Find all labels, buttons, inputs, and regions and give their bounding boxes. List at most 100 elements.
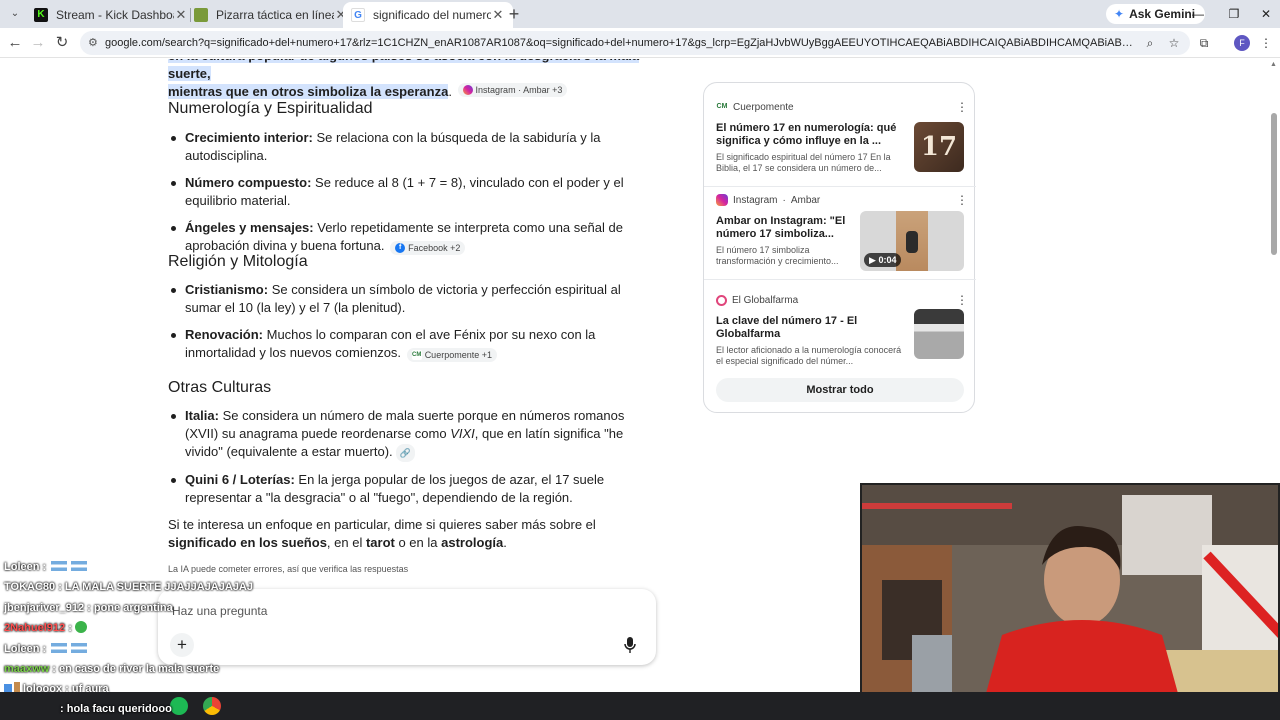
source-desc: El lector aficionado a la numerología co… — [716, 345, 902, 366]
list-item: Crecimiento interior: Se relaciona con l… — [168, 129, 648, 165]
tab-google-search[interactable]: G significado del numero 17 - Bu ✕ — [343, 2, 513, 28]
source-header: CM Cuerpomente ⋮ — [716, 100, 968, 114]
spotify-icon[interactable] — [170, 697, 188, 715]
term: Italia: — [185, 408, 219, 423]
zoom-icon[interactable]: ⌕ — [1142, 35, 1158, 51]
tab-search-chevron-icon[interactable]: ⌄ — [6, 6, 24, 22]
more-options-icon[interactable]: ⋮ — [956, 100, 968, 114]
reload-icon[interactable]: ↻ — [52, 33, 72, 53]
closing-bold: significado en los sueños — [168, 535, 327, 550]
scrollbar-thumb[interactable] — [1271, 113, 1277, 255]
term: Renovación: — [185, 327, 264, 342]
bullet-list: Crecimiento interior: Se relaciona con l… — [168, 129, 648, 264]
bookmark-star-icon[interactable]: ☆ — [1166, 35, 1182, 51]
chat-message: jbenjariver_912 : pone argentina — [4, 601, 173, 615]
section-heading: Otras Culturas — [168, 379, 272, 396]
chat-user: maaxww — [4, 663, 50, 675]
chat-message: maaxww : en caso de river la mala suerte — [4, 662, 219, 676]
chip-label: Cuerpomente +1 — [424, 350, 492, 360]
google-icon: G — [351, 8, 365, 22]
divider — [704, 186, 976, 187]
restore-icon[interactable]: ❐ — [1224, 5, 1244, 23]
cuerpomente-icon: CM — [411, 350, 422, 360]
close-window-icon[interactable]: ✕ — [1256, 5, 1276, 23]
site-info-icon[interactable]: ⚙ — [88, 35, 102, 51]
source-site: El Globalfarma — [732, 294, 799, 306]
avatar[interactable]: F — [1234, 35, 1250, 51]
more-options-icon[interactable]: ⋮ — [956, 193, 968, 207]
source-card[interactable]: Instagram · Ambar ⋮ Ambar on Instagram: … — [716, 193, 968, 273]
source-desc: El significado espiritual del número 17 … — [716, 152, 891, 173]
chrome-icon[interactable] — [203, 697, 221, 715]
scroll-up-arrow-icon[interactable]: ▲ — [1270, 61, 1277, 68]
intro-highlight-2: mientras que en otros simboliza la esper… — [168, 84, 449, 99]
video-thumbnail[interactable]: ▶ 0:04 — [860, 211, 964, 271]
section-heading: Religión y Mitología — [168, 253, 308, 270]
list-item: Cristianismo: Se considera un símbolo de… — [168, 281, 648, 317]
back-arrow-icon[interactable]: ← — [5, 33, 25, 53]
more-options-icon[interactable]: ⋮ — [956, 293, 968, 307]
intro-highlight-1: en la cultura popular de algunos países … — [168, 59, 640, 81]
url-text: google.com/search?q=significado+del+nume… — [105, 37, 1135, 49]
argentina-flag-icon — [51, 561, 68, 571]
source-chip[interactable]: Instagram · Ambar +3 — [457, 83, 568, 97]
chat-text: : hola facu queridooo — [60, 703, 172, 715]
new-tab-button[interactable]: + — [504, 4, 524, 24]
address-bar[interactable]: ⚙ google.com/search?q=significado+del+nu… — [80, 31, 1190, 55]
ai-intro: en la cultura popular de algunos países … — [168, 59, 648, 101]
extensions-icon[interactable]: ⧉ — [1196, 35, 1212, 51]
show-all-button[interactable]: Mostrar todo — [716, 378, 964, 402]
chat-text: : — [39, 643, 50, 655]
closing-bold: astrología — [441, 535, 504, 550]
italic-word: VIXI — [450, 426, 475, 441]
badge-icon — [14, 682, 20, 692]
source-card[interactable]: CM Cuerpomente ⋮ El número 17 en numerol… — [716, 100, 968, 180]
menu-kebab-icon[interactable]: ⋮ — [1258, 35, 1274, 51]
tab-title: significado del numero 17 - Bu — [373, 8, 491, 22]
bullet-list: Italia: Se considera un número de mala s… — [168, 407, 648, 516]
tab-tactics-board[interactable]: Pizarra táctica en línea – Fútbol ✕ — [186, 2, 356, 28]
chip-label: Instagram · Ambar +3 — [475, 85, 563, 95]
chat-text: : — [39, 561, 50, 573]
chat-text: : pone argentina — [84, 602, 173, 614]
globalfarma-icon — [716, 294, 727, 306]
list-item: Ángeles y mensajes: Verlo repetidamente … — [168, 219, 648, 255]
closing-bold: tarot — [365, 535, 395, 550]
closing-text: o en la — [394, 535, 442, 550]
microphone-icon[interactable] — [624, 637, 636, 653]
facebook-icon: f — [395, 243, 406, 253]
chat-text: : — [65, 622, 75, 634]
link-icon[interactable]: 🔗 — [395, 444, 415, 462]
source-card[interactable]: El Globalfarma ⋮ La clave del número 17 … — [716, 293, 968, 375]
close-tab-icon[interactable]: ✕ — [491, 7, 505, 23]
list-item: Renovación: Muchos lo comparan con el av… — [168, 326, 648, 362]
source-title: La clave del número 17 - El Globalfarma — [716, 315, 858, 340]
cuerpomente-icon: CM — [716, 103, 728, 110]
section-heading: Numerología y Espiritualidad — [168, 100, 373, 117]
argentina-flag-icon — [71, 643, 88, 653]
tab-strip: ⌄ K Stream - Kick Dashboard ✕ Pizarra tá… — [0, 0, 1280, 28]
tab-title: Pizarra táctica en línea – Fútbol — [216, 8, 334, 22]
chat-user: Loleen — [4, 643, 40, 655]
chat-user: Loleen — [4, 561, 40, 573]
source-author: Ambar — [790, 194, 821, 206]
thumbnail-number: 17 — [920, 132, 958, 162]
source-chip[interactable]: f Facebook +2 — [390, 241, 466, 255]
closing-paragraph: Si te interesa un enfoque en particular,… — [168, 516, 648, 552]
closing-text: , en el — [326, 535, 366, 550]
chat-message: 2Nahuel912 : — [4, 621, 87, 635]
source-chip[interactable]: CM Cuerpomente +1 — [406, 348, 497, 362]
chat-user: jbenjariver_912 — [4, 602, 85, 614]
source-thumbnail: 17 — [914, 122, 964, 172]
term: Quini 6 / Loterías: — [185, 472, 295, 487]
add-attachment-button[interactable]: + — [170, 633, 194, 657]
source-title: El número 17 en numerología: qué signifi… — [716, 122, 897, 147]
ask-input-placeholder[interactable]: Haz una pregunta — [172, 604, 267, 618]
forward-arrow-icon[interactable]: → — [28, 33, 48, 53]
source-header: El Globalfarma ⋮ — [716, 293, 968, 307]
ask-question-box[interactable]: Haz una pregunta + — [158, 589, 656, 665]
chat-user: 2Nahuel912 — [4, 622, 66, 634]
tab-kick-dashboard[interactable]: K Stream - Kick Dashboard ✕ — [26, 2, 196, 28]
divider — [704, 279, 976, 280]
minimize-icon[interactable]: — — [1188, 5, 1208, 23]
